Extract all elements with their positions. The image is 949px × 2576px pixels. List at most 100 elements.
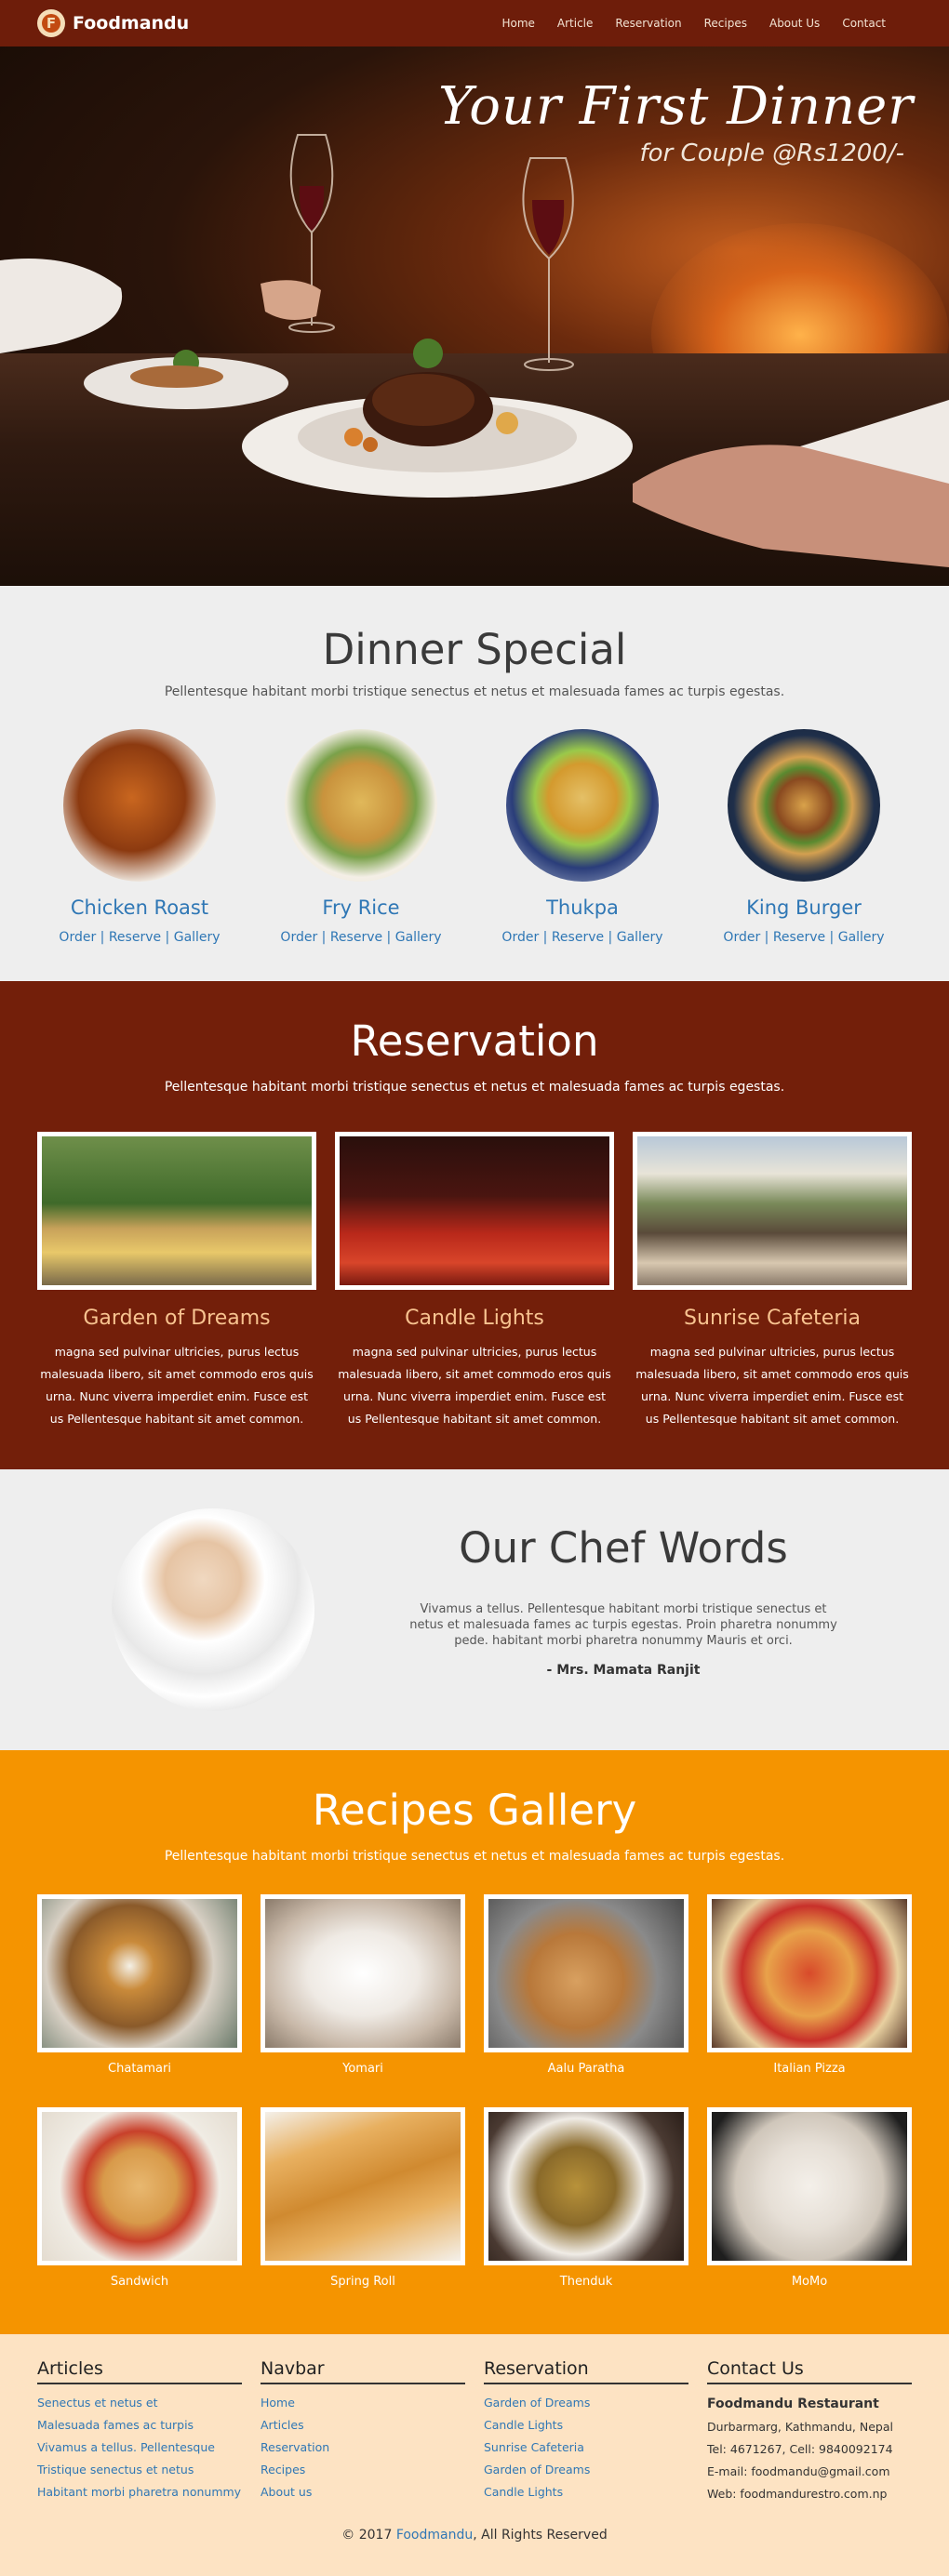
brand[interactable]: F Foodmandu — [37, 9, 189, 37]
venue-name[interactable]: Candle Lights — [335, 1307, 614, 1330]
footer-articles-title: Articles — [37, 2358, 242, 2384]
dinner-special-description: Pellentesque habitant morbi tristique se… — [164, 684, 785, 699]
venue-image-garden-of-dreams[interactable] — [37, 1132, 316, 1290]
footer-navbar: Navbar Home Articles Reservation Recipes… — [261, 2358, 465, 2503]
recipes-description: Pellentesque habitant morbi tristique se… — [164, 1849, 785, 1864]
footer-reservation-link[interactable]: Sunrise Cafeteria — [484, 2437, 688, 2459]
recipe-image-italian-pizza[interactable] — [707, 1894, 912, 2052]
contact-web: Web: foodmandurestro.com.np — [707, 2487, 888, 2501]
nav-link-home[interactable]: Home — [490, 17, 545, 30]
contact-email: E-mail: foodmandu@gmail.com — [707, 2464, 890, 2478]
footer-nav-link-articles[interactable]: Articles — [261, 2414, 465, 2437]
dish-name[interactable]: Fry Rice — [268, 896, 454, 919]
recipe-card-yomari: Yomari — [261, 1894, 465, 2076]
venue-text: magna sed pulvinar ultricies, purus lect… — [40, 1345, 314, 1426]
recipe-name[interactable]: Thenduk — [484, 2275, 688, 2289]
dish-name[interactable]: Chicken Roast — [47, 896, 233, 919]
footer-reservation: Reservation Garden of Dreams Candle Ligh… — [484, 2358, 688, 2503]
nav-link-recipes[interactable]: Recipes — [693, 17, 758, 30]
reservation-description: Pellentesque habitant morbi tristique se… — [164, 1080, 785, 1095]
copyright-brand-link[interactable]: Foodmandu — [396, 2528, 473, 2543]
venue-name[interactable]: Sunrise Cafeteria — [633, 1307, 912, 1330]
venue-card-candle-lights: Candle Lights magna sed pulvinar ultrici… — [335, 1132, 614, 1430]
recipe-image-aalu-paratha[interactable] — [484, 1894, 688, 2052]
chef-title: Our Chef Words — [459, 1523, 788, 1573]
footer-articles: Articles Senectus et netus et Malesuada … — [37, 2358, 242, 2503]
dinner-special-title: Dinner Special — [322, 625, 627, 674]
dish-links[interactable]: Order | Reserve | Gallery — [489, 930, 675, 945]
dinner-special-section: Dinner Special Pellentesque habitant mor… — [0, 586, 949, 981]
chef-quote: Vivamus a tellus. Pellentesque habitant … — [409, 1602, 837, 1648]
recipe-name[interactable]: Italian Pizza — [707, 2062, 912, 2076]
dish-links[interactable]: Order | Reserve | Gallery — [711, 930, 897, 945]
footer-contact: Contact Us Foodmandu Restaurant Durbarma… — [707, 2358, 912, 2505]
nav-link-contact[interactable]: Contact — [831, 17, 897, 30]
recipe-card-thenduk: Thenduk — [484, 2107, 688, 2289]
recipe-image-thenduk[interactable] — [484, 2107, 688, 2265]
recipe-image-momo[interactable] — [707, 2107, 912, 2265]
dish-image-king-burger[interactable] — [728, 729, 880, 882]
recipe-card-spring-roll: Spring Roll — [261, 2107, 465, 2289]
venue-card-garden-of-dreams: Garden of Dreams magna sed pulvinar ultr… — [37, 1132, 316, 1430]
footer-article-link[interactable]: Malesuada fames ac turpis — [37, 2414, 242, 2437]
chef-photo — [112, 1508, 314, 1711]
dish-name[interactable]: Thukpa — [489, 896, 675, 919]
footer-article-link[interactable]: Habitant morbi pharetra nonummy — [37, 2481, 242, 2503]
hero-banner: Your First Dinner for Couple @Rs1200/- — [0, 46, 949, 586]
chef-section: Our Chef Words Vivamus a tellus. Pellent… — [0, 1469, 949, 1750]
nav-links: Home Article Reservation Recipes About U… — [490, 0, 897, 46]
venue-name[interactable]: Garden of Dreams — [37, 1307, 316, 1330]
footer-reservation-link[interactable]: Garden of Dreams — [484, 2392, 688, 2414]
dish-card-thukpa: Thukpa Order | Reserve | Gallery — [489, 729, 675, 945]
dish-links[interactable]: Order | Reserve | Gallery — [268, 930, 454, 945]
recipe-name[interactable]: Chatamari — [37, 2062, 242, 2076]
reservation-title: Reservation — [350, 1016, 599, 1066]
dish-card-chicken-roast: Chicken Roast Order | Reserve | Gallery — [47, 729, 233, 945]
footer-article-link[interactable]: Vivamus a tellus. Pellentesque — [37, 2437, 242, 2459]
venue-image-sunrise-cafeteria[interactable] — [633, 1132, 912, 1290]
footer-reservation-link[interactable]: Candle Lights — [484, 2481, 688, 2503]
footer-reservation-link[interactable]: Candle Lights — [484, 2414, 688, 2437]
recipe-image-sandwich[interactable] — [37, 2107, 242, 2265]
footer-reservation-title: Reservation — [484, 2358, 688, 2384]
brand-name: Foodmandu — [73, 13, 190, 33]
footer-article-link[interactable]: Tristique senectus et netus — [37, 2459, 242, 2481]
nav-link-reservation[interactable]: Reservation — [604, 17, 692, 30]
dish-links[interactable]: Order | Reserve | Gallery — [47, 930, 233, 945]
recipe-card-italian-pizza: Italian Pizza — [707, 1894, 912, 2076]
recipe-image-yomari[interactable] — [261, 1894, 465, 2052]
footer-nav-link-reservation[interactable]: Reservation — [261, 2437, 465, 2459]
footer-nav-link-recipes[interactable]: Recipes — [261, 2459, 465, 2481]
recipe-image-spring-roll[interactable] — [261, 2107, 465, 2265]
contact-address: Durbarmarg, Kathmandu, Nepal — [707, 2420, 893, 2434]
copyright-prefix: © 2017 — [341, 2528, 396, 2543]
dish-image-thukpa[interactable] — [506, 729, 659, 882]
dish-image-chicken-roast[interactable] — [63, 729, 216, 882]
footer-article-link[interactable]: Senectus et netus et — [37, 2392, 242, 2414]
recipes-title: Recipes Gallery — [312, 1786, 637, 1835]
dish-image-fry-rice[interactable] — [285, 729, 437, 882]
recipe-card-momo: MoMo — [707, 2107, 912, 2289]
dish-name[interactable]: King Burger — [711, 896, 897, 919]
venue-card-sunrise-cafeteria: Sunrise Cafeteria magna sed pulvinar ult… — [633, 1132, 912, 1430]
venue-text: magna sed pulvinar ultricies, purus lect… — [635, 1345, 909, 1426]
chef-signature: - Mrs. Mamata Ranjit — [546, 1663, 701, 1678]
dish-card-fry-rice: Fry Rice Order | Reserve | Gallery — [268, 729, 454, 945]
recipe-name[interactable]: Aalu Paratha — [484, 2062, 688, 2076]
recipe-name[interactable]: MoMo — [707, 2275, 912, 2289]
footer-reservation-link[interactable]: Garden of Dreams — [484, 2459, 688, 2481]
recipe-name[interactable]: Spring Roll — [261, 2275, 465, 2289]
venue-image-candle-lights[interactable] — [335, 1132, 614, 1290]
hero-subtitle: for Couple @Rs1200/- — [639, 139, 904, 167]
recipe-image-chatamari[interactable] — [37, 1894, 242, 2052]
footer-nav-link-about-us[interactable]: About us — [261, 2481, 465, 2503]
footer-nav-link-home[interactable]: Home — [261, 2392, 465, 2414]
recipe-name[interactable]: Sandwich — [37, 2275, 242, 2289]
recipe-name[interactable]: Yomari — [261, 2062, 465, 2076]
nav-link-article[interactable]: Article — [546, 17, 605, 30]
nav-link-about-us[interactable]: About Us — [758, 17, 831, 30]
recipe-card-chatamari: Chatamari — [37, 1894, 242, 2076]
brand-logo-icon: F — [37, 9, 65, 37]
copyright-suffix: , All Rights Reserved — [473, 2528, 608, 2543]
footer-navbar-title: Navbar — [261, 2358, 465, 2384]
